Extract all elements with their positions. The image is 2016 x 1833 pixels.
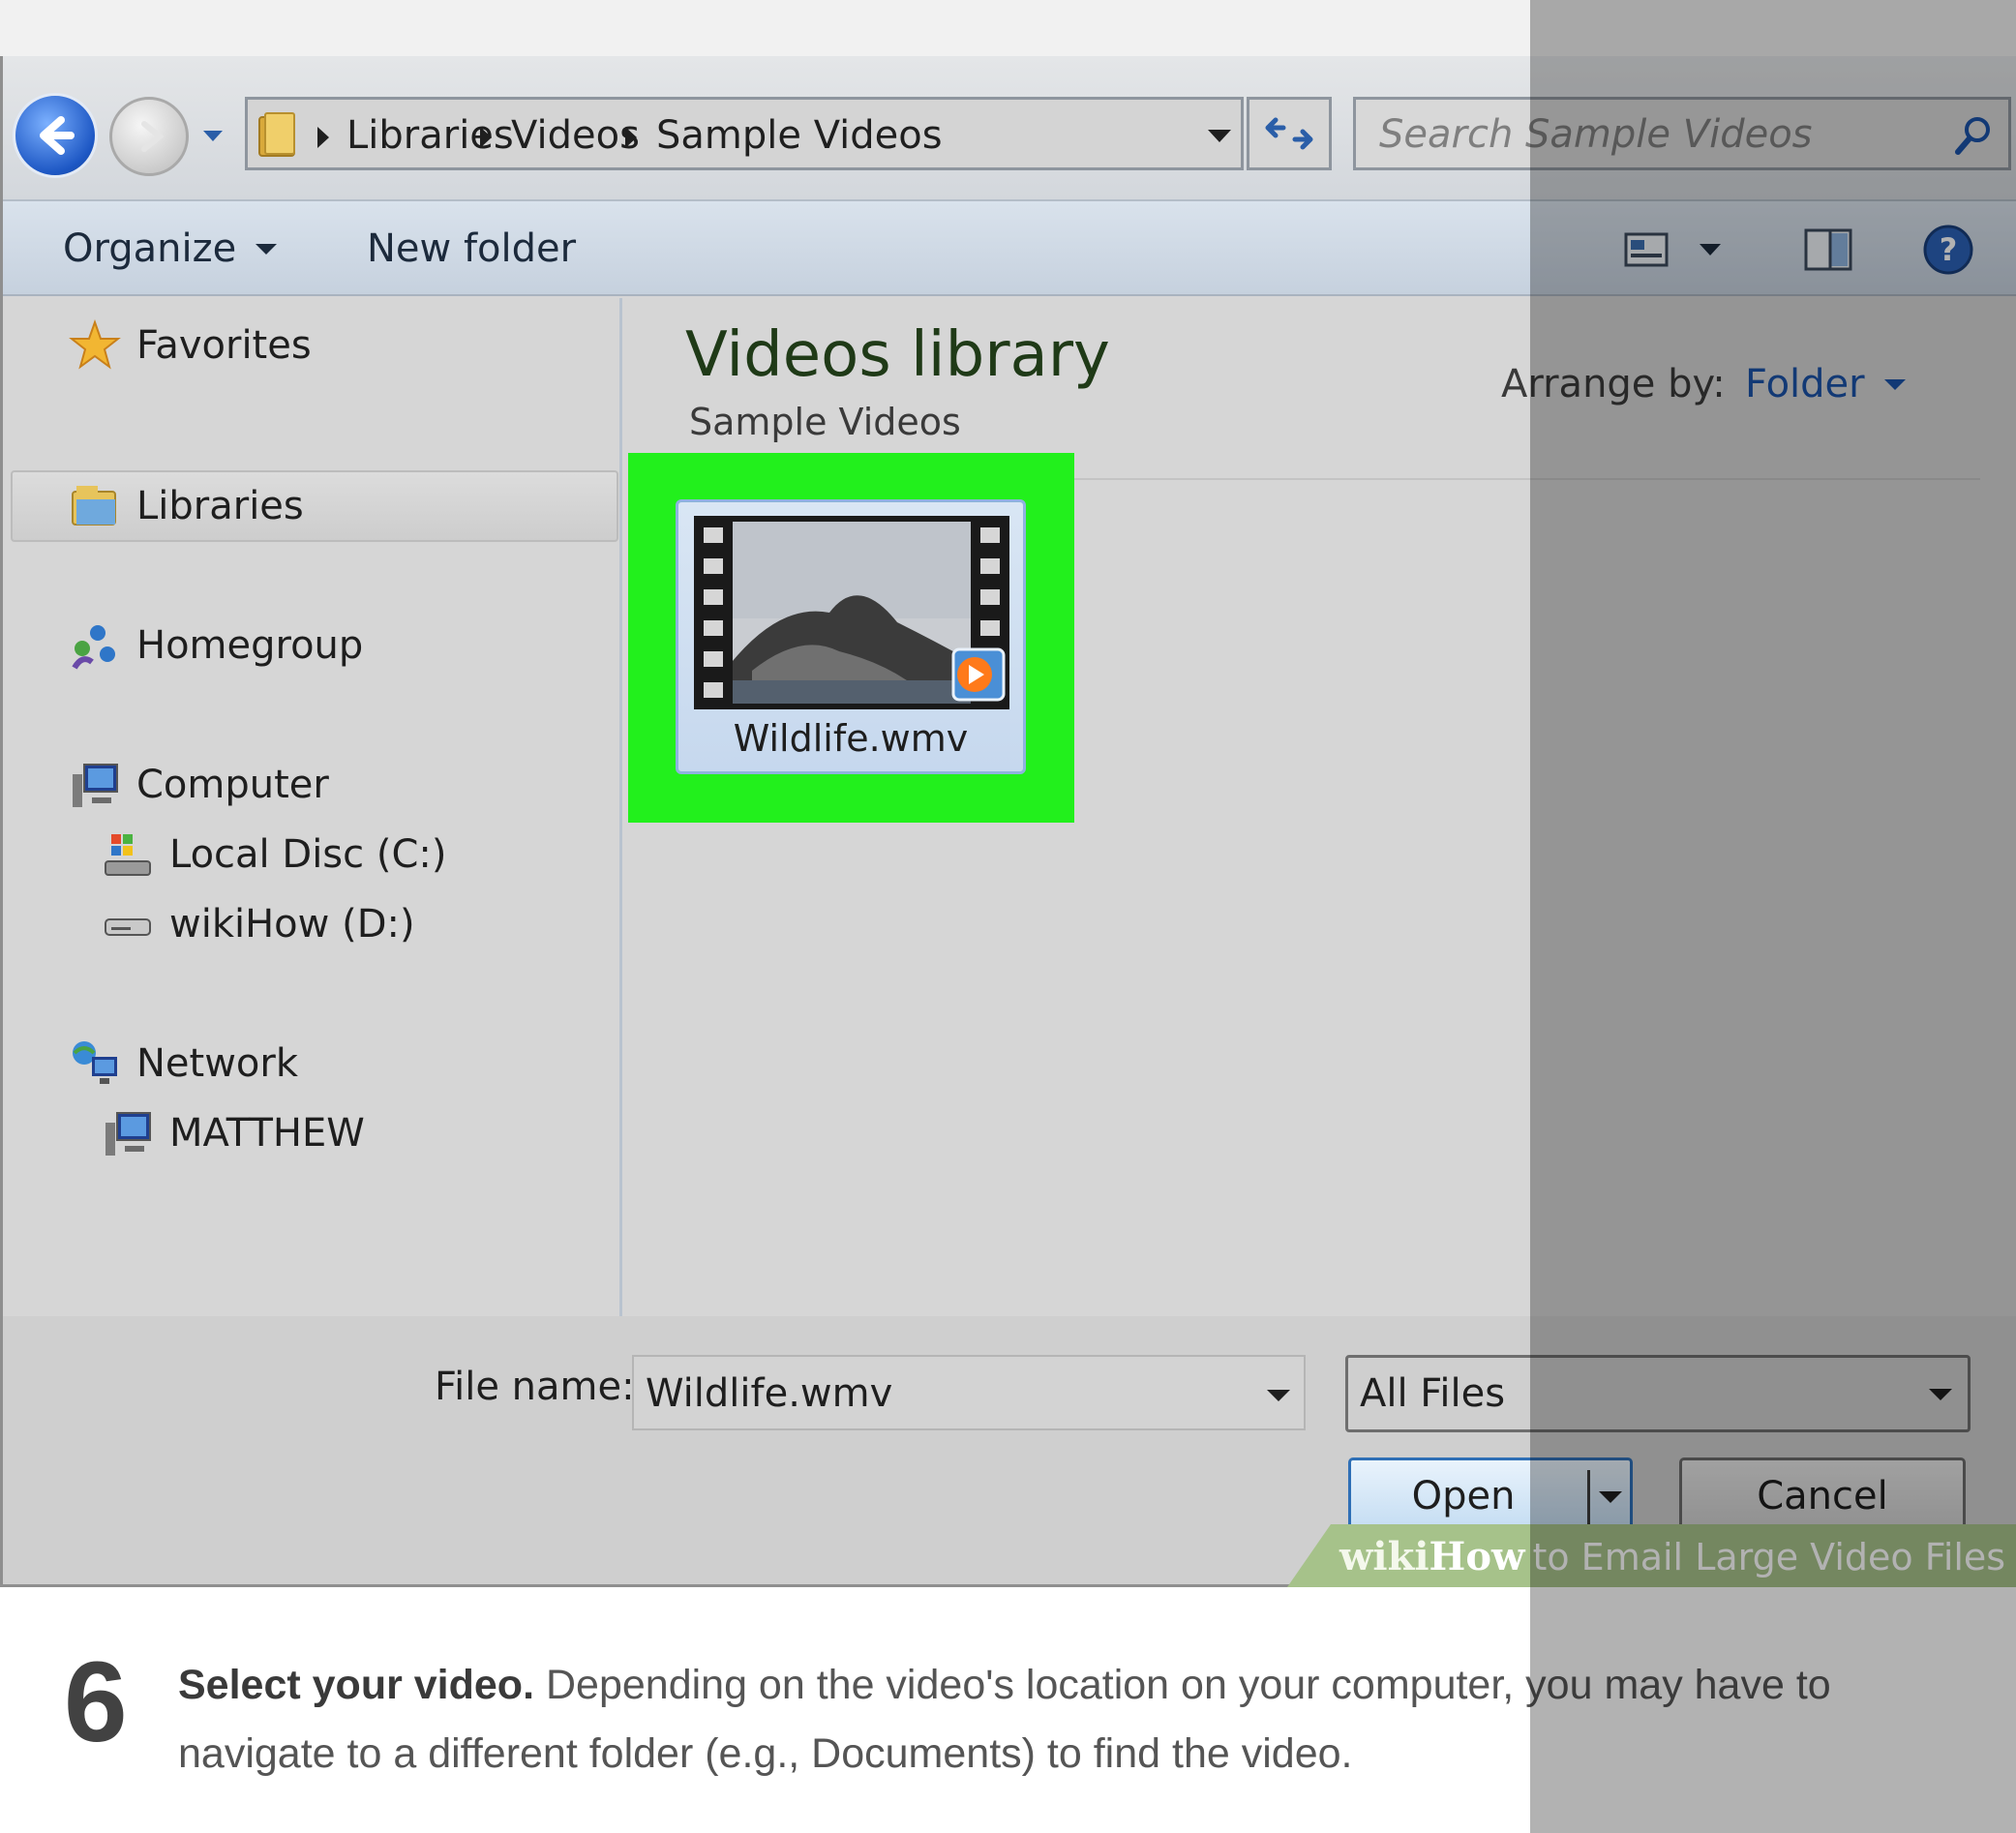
breadcrumb-videos[interactable]: Videos — [511, 113, 640, 158]
chevron-down-icon[interactable] — [1267, 1390, 1290, 1401]
preview-pane-icon — [1804, 228, 1852, 271]
nav-item-local-disc[interactable]: Local Disc (C:) — [100, 826, 446, 883]
file-name-label: File name: — [435, 1365, 635, 1409]
file-type-select[interactable]: All Files — [1345, 1355, 1971, 1432]
drive-icon — [100, 896, 156, 952]
library-title: Videos library — [685, 319, 1110, 391]
breadcrumb-sample-videos[interactable]: Sample Videos — [656, 113, 943, 158]
file-name-input[interactable] — [646, 1370, 1226, 1417]
new-folder-label: New folder — [367, 226, 577, 271]
search-icon — [1955, 117, 1990, 155]
chevron-down-icon — [1929, 1389, 1952, 1400]
organize-menu[interactable]: Organize — [63, 226, 278, 271]
address-bar[interactable]: Libraries Videos Sample Videos — [245, 97, 1244, 170]
arrange-by-label: Arrange by: — [1501, 362, 1726, 406]
change-view-button[interactable] — [1619, 223, 1673, 277]
chevron-down-icon — [1700, 244, 1721, 255]
history-dropdown[interactable] — [200, 124, 226, 149]
arrange-by-dropdown[interactable]: Folder — [1745, 362, 1906, 406]
breadcrumb-separator-icon — [317, 127, 329, 148]
help-button[interactable]: ? — [1921, 223, 1975, 277]
view-icon — [1624, 232, 1669, 267]
search-input[interactable] — [1379, 113, 1941, 156]
back-button[interactable] — [13, 93, 98, 178]
svg-text:?: ? — [1940, 231, 1958, 268]
watermark-how: How — [1429, 1534, 1525, 1579]
preview-pane-button[interactable] — [1801, 223, 1855, 277]
network-icon — [67, 1036, 123, 1092]
forward-arrow-icon — [141, 121, 165, 152]
step-number: 6 — [64, 1638, 128, 1766]
open-label: Open — [1411, 1474, 1516, 1518]
open-button[interactable]: Open — [1348, 1457, 1633, 1535]
nav-item-homegroup[interactable]: Homegroup — [67, 617, 363, 674]
address-dropdown[interactable] — [1200, 117, 1239, 156]
watermark-wiki: wiki — [1339, 1534, 1429, 1579]
navigation-pane: Favorites Libraries Homegroup Computer L — [3, 298, 622, 1316]
step-caption: Select your video. Depending on the vide… — [178, 1651, 1920, 1788]
nav-label: Homegroup — [136, 623, 364, 668]
forward-button[interactable] — [109, 97, 189, 176]
nav-label: Libraries — [136, 484, 304, 528]
search-box[interactable] — [1353, 97, 2011, 170]
command-bar: Organize New folder ? — [3, 199, 2016, 296]
nav-label: Local Disc (C:) — [169, 832, 447, 877]
local-disc-icon — [100, 826, 156, 883]
computer-icon — [100, 1105, 156, 1161]
libraries-icon — [67, 478, 123, 534]
refresh-button[interactable] — [1247, 97, 1332, 170]
view-options-dropdown[interactable] — [1693, 223, 1728, 277]
nav-item-computer[interactable]: Computer — [67, 757, 329, 813]
breadcrumb-separator-icon — [480, 127, 492, 148]
nav-item-wikihow-drive[interactable]: wikiHow (D:) — [100, 896, 415, 952]
nav-item-network[interactable]: Network — [67, 1036, 298, 1092]
nav-label: Favorites — [136, 323, 312, 368]
arrange-by-value: Folder — [1745, 362, 1865, 406]
homegroup-icon — [67, 617, 123, 674]
file-type-value: All Files — [1360, 1371, 1506, 1416]
top-strip — [0, 0, 2016, 56]
nav-label: MATTHEW — [169, 1111, 365, 1156]
breadcrumb-separator-icon — [625, 127, 637, 148]
nav-label: wikiHow (D:) — [169, 902, 415, 947]
file-item[interactable]: Wildlife.wmv — [676, 499, 1026, 774]
chevron-down-icon — [256, 243, 278, 255]
cancel-label: Cancel — [1757, 1474, 1888, 1518]
file-name-label: Wildlife.wmv — [733, 717, 969, 760]
chevron-down-icon — [1208, 130, 1231, 142]
computer-icon — [67, 757, 123, 813]
address-row: Libraries Videos Sample Videos — [3, 56, 2016, 199]
back-arrow-icon — [40, 116, 75, 155]
folder-icon — [258, 112, 295, 157]
chevron-down-icon — [203, 131, 223, 141]
file-name-combobox[interactable] — [632, 1355, 1306, 1430]
watermark-text: wikiHow to Email Large Video Files — [1339, 1534, 2005, 1579]
cancel-button[interactable]: Cancel — [1679, 1457, 1966, 1535]
split-divider — [1587, 1470, 1590, 1524]
star-icon — [67, 317, 123, 374]
nav-item-libraries[interactable]: Libraries — [67, 478, 304, 534]
nav-label: Computer — [136, 763, 329, 807]
content-pane: Videos library Sample Videos Arrange by:… — [625, 298, 2016, 1316]
nav-label: Network — [136, 1041, 299, 1086]
new-folder-button[interactable]: New folder — [367, 226, 576, 271]
watermark-title: to Email Large Video Files — [1532, 1536, 2006, 1578]
help-icon: ? — [1923, 225, 1973, 275]
step-caption-bold: Select your video. — [178, 1662, 535, 1708]
video-thumbnail-icon — [694, 516, 1009, 709]
nav-item-matthew[interactable]: MATTHEW — [100, 1105, 365, 1161]
library-subtitle: Sample Videos — [689, 401, 961, 443]
refresh-icon — [1265, 117, 1313, 150]
chevron-down-icon — [1883, 378, 1906, 390]
organize-label: Organize — [63, 226, 237, 271]
nav-item-favorites[interactable]: Favorites — [67, 317, 312, 374]
chevron-down-icon[interactable] — [1599, 1491, 1622, 1503]
open-file-dialog: Libraries Videos Sample Videos Search Sa… — [0, 56, 2016, 1587]
